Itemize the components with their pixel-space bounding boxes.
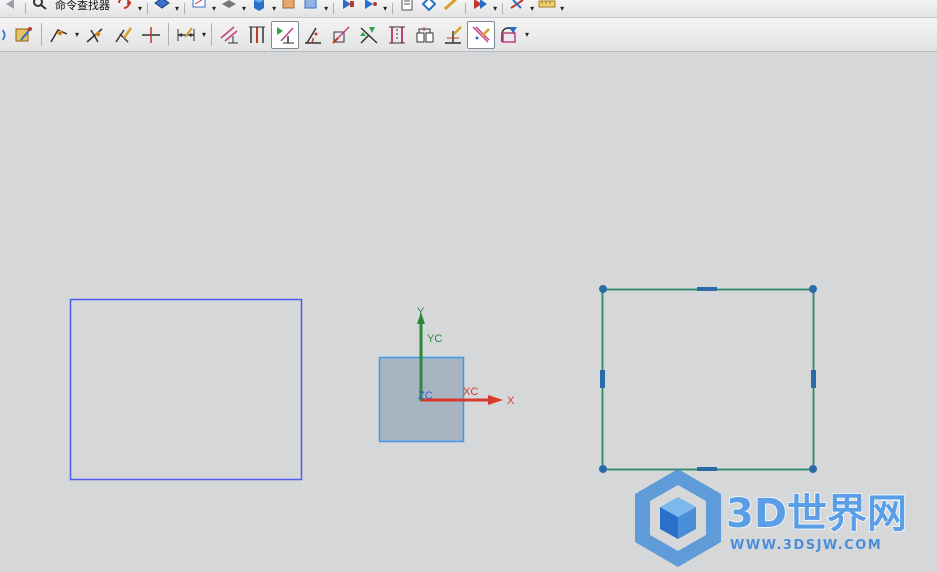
toolbar-separator xyxy=(184,2,186,15)
toolbar-separator xyxy=(41,22,42,47)
toolbar-separator xyxy=(147,2,149,15)
edge-handle[interactable] xyxy=(600,370,605,388)
watermark-brand: 3D世界网 xyxy=(726,491,907,537)
sketch-rectangle-left[interactable] xyxy=(69,298,303,481)
dropdown-arrow-icon[interactable]: ▾ xyxy=(560,4,564,13)
axis-x-label: X xyxy=(507,395,515,407)
dropdown-arrow-icon[interactable]: ▾ xyxy=(242,4,246,13)
edge-handle[interactable] xyxy=(811,370,816,388)
corner-handle[interactable] xyxy=(809,465,817,473)
dropdown-arrow-icon[interactable]: ▾ xyxy=(493,4,497,13)
constraint-icon[interactable] xyxy=(215,21,243,49)
section-view-icon[interactable] xyxy=(300,0,322,17)
corner-handle[interactable] xyxy=(599,465,607,473)
axis-y-label: Y xyxy=(417,306,425,318)
graphics-window[interactable]: Y YC XC X ZC 3D世界网 WWW.3DSJW.COM xyxy=(0,53,937,572)
graphics-svg: Y YC XC X ZC 3D世界网 WWW.3DSJW.COM xyxy=(69,285,908,567)
close-paren-icon xyxy=(0,21,10,49)
tangent-icon[interactable] xyxy=(355,21,383,49)
toolbar-separator xyxy=(333,2,335,15)
toolbar-separator xyxy=(25,2,26,15)
edge-handle[interactable] xyxy=(697,467,717,471)
command-finder-label[interactable]: 命令查找器 xyxy=(55,0,110,12)
undo-icon[interactable] xyxy=(114,0,136,17)
toolbar-separator xyxy=(502,2,504,15)
layer-icon[interactable] xyxy=(278,0,300,17)
shaded-cube-icon[interactable] xyxy=(248,0,270,17)
toolbar-separator xyxy=(168,22,170,47)
watermark: 3D世界网 WWW.3DSJW.COM xyxy=(635,469,908,567)
wcs-icon[interactable] xyxy=(506,0,528,17)
analysis-icon[interactable] xyxy=(418,0,440,17)
corner-handle[interactable] xyxy=(599,285,607,293)
sketch-toolbar: ▾ ▾ ▾ xyxy=(0,18,937,52)
information-icon[interactable] xyxy=(396,0,418,17)
view-orient-icon[interactable] xyxy=(151,0,173,17)
toolbar-separator xyxy=(465,2,467,15)
animation-icon[interactable] xyxy=(469,0,491,17)
equal-length-icon[interactable] xyxy=(439,21,467,49)
corner-handle[interactable] xyxy=(809,285,817,293)
trim-icon[interactable] xyxy=(137,21,165,49)
toolbar-separator xyxy=(392,2,394,15)
render-style-icon[interactable] xyxy=(218,0,240,17)
vertical-icon[interactable] xyxy=(271,20,300,49)
measure-icon[interactable] xyxy=(440,0,462,17)
horizontal-constraint-icon[interactable] xyxy=(299,21,327,49)
concentric-icon[interactable] xyxy=(467,20,496,49)
command-finder-icon[interactable] xyxy=(29,0,51,17)
dimension-icon[interactable] xyxy=(172,21,200,49)
dropdown-arrow-icon[interactable]: ▾ xyxy=(138,4,142,13)
toolbar-separator xyxy=(211,22,213,47)
axis-zc-label: ZC xyxy=(418,390,433,402)
perpendicular-icon[interactable] xyxy=(243,21,271,49)
back-arrow-icon[interactable] xyxy=(0,0,22,17)
dropdown-arrow-icon[interactable]: ▾ xyxy=(272,4,276,13)
sketch-rectangle-right[interactable] xyxy=(601,288,815,471)
dropdown-arrow-icon[interactable]: ▾ xyxy=(202,30,206,39)
top-toolbar: 命令查找器 ▾ ▾ ▾ ▾ ▾ ▾ ▾ ▾ ▾ ▾ xyxy=(0,0,937,18)
dropdown-arrow-icon[interactable]: ▾ xyxy=(530,4,534,13)
snap-point-icon[interactable] xyxy=(337,0,359,17)
x-axis-arrow-icon xyxy=(488,395,503,405)
arc-icon[interactable] xyxy=(109,21,137,49)
ruler-icon[interactable] xyxy=(536,0,558,17)
profile-icon[interactable] xyxy=(45,21,73,49)
edge-handle[interactable] xyxy=(697,287,717,291)
line-icon[interactable] xyxy=(81,21,109,49)
dropdown-arrow-icon[interactable]: ▾ xyxy=(212,4,216,13)
axis-yc-label: YC xyxy=(427,333,442,345)
dropdown-arrow-icon[interactable]: ▾ xyxy=(175,4,179,13)
snap-end-icon[interactable] xyxy=(359,0,381,17)
auto-constrain-icon[interactable] xyxy=(495,21,523,49)
parallel-icon[interactable] xyxy=(411,21,439,49)
dropdown-arrow-icon[interactable]: ▾ xyxy=(525,30,529,39)
watermark-url: WWW.3DSJW.COM xyxy=(730,538,882,553)
sketch-tool-icon[interactable] xyxy=(10,21,38,49)
dropdown-arrow-icon[interactable]: ▾ xyxy=(383,4,387,13)
fit-view-icon[interactable] xyxy=(188,0,210,17)
axis-xc-label: XC xyxy=(463,386,478,398)
dropdown-arrow-icon[interactable]: ▾ xyxy=(75,30,79,39)
fix-icon[interactable] xyxy=(383,21,411,49)
angle-constraint-icon[interactable] xyxy=(327,21,355,49)
dropdown-arrow-icon[interactable]: ▾ xyxy=(324,4,328,13)
